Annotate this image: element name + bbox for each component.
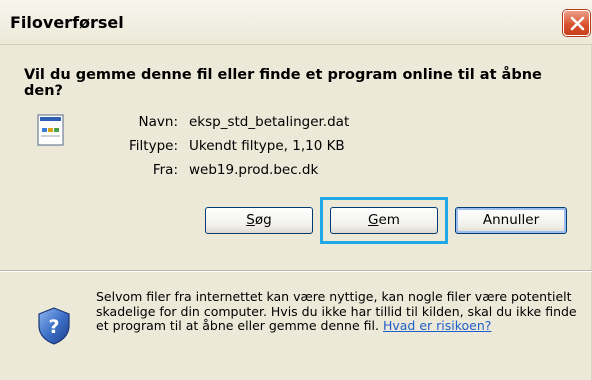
cancel-button-label: Annuller (482, 212, 540, 228)
risk-info-link[interactable]: Hvad er risikoen? (383, 318, 491, 333)
dialog-question: Vil du gemme denne fil eller finde et pr… (24, 67, 542, 99)
security-warning: Selvom filer fra internettet kan være ny… (96, 289, 582, 334)
search-button-accel: S (246, 212, 255, 228)
file-type-value: Ukendt filtype, 1,10 KB (189, 138, 345, 154)
security-shield-icon: ? (38, 307, 70, 345)
unknown-file-icon (37, 114, 64, 146)
close-button[interactable] (563, 10, 590, 36)
file-download-dialog: Filoverførsel Vil du gemme denne fil ell… (0, 0, 592, 380)
svg-text:?: ? (48, 316, 59, 338)
file-name-value: eksp_std_betalinger.dat (189, 114, 350, 130)
dialog-title: Filoverførsel (10, 13, 124, 32)
cancel-button[interactable]: Annuller (455, 207, 567, 234)
save-button-highlight (320, 197, 448, 244)
file-type-label: Filtype: (129, 138, 178, 154)
divider (0, 270, 592, 272)
search-button[interactable]: Søg (205, 207, 313, 234)
warning-text: Selvom filer fra internettet kan være ny… (96, 289, 577, 333)
close-icon (570, 16, 585, 31)
file-name-label: Navn: (138, 114, 178, 130)
title-bar[interactable]: Filoverførsel (0, 0, 592, 45)
search-button-label-rest: øg (254, 212, 272, 228)
file-source-label: Fra: (152, 162, 178, 178)
file-source-value: web19.prod.bec.dk (189, 162, 319, 178)
